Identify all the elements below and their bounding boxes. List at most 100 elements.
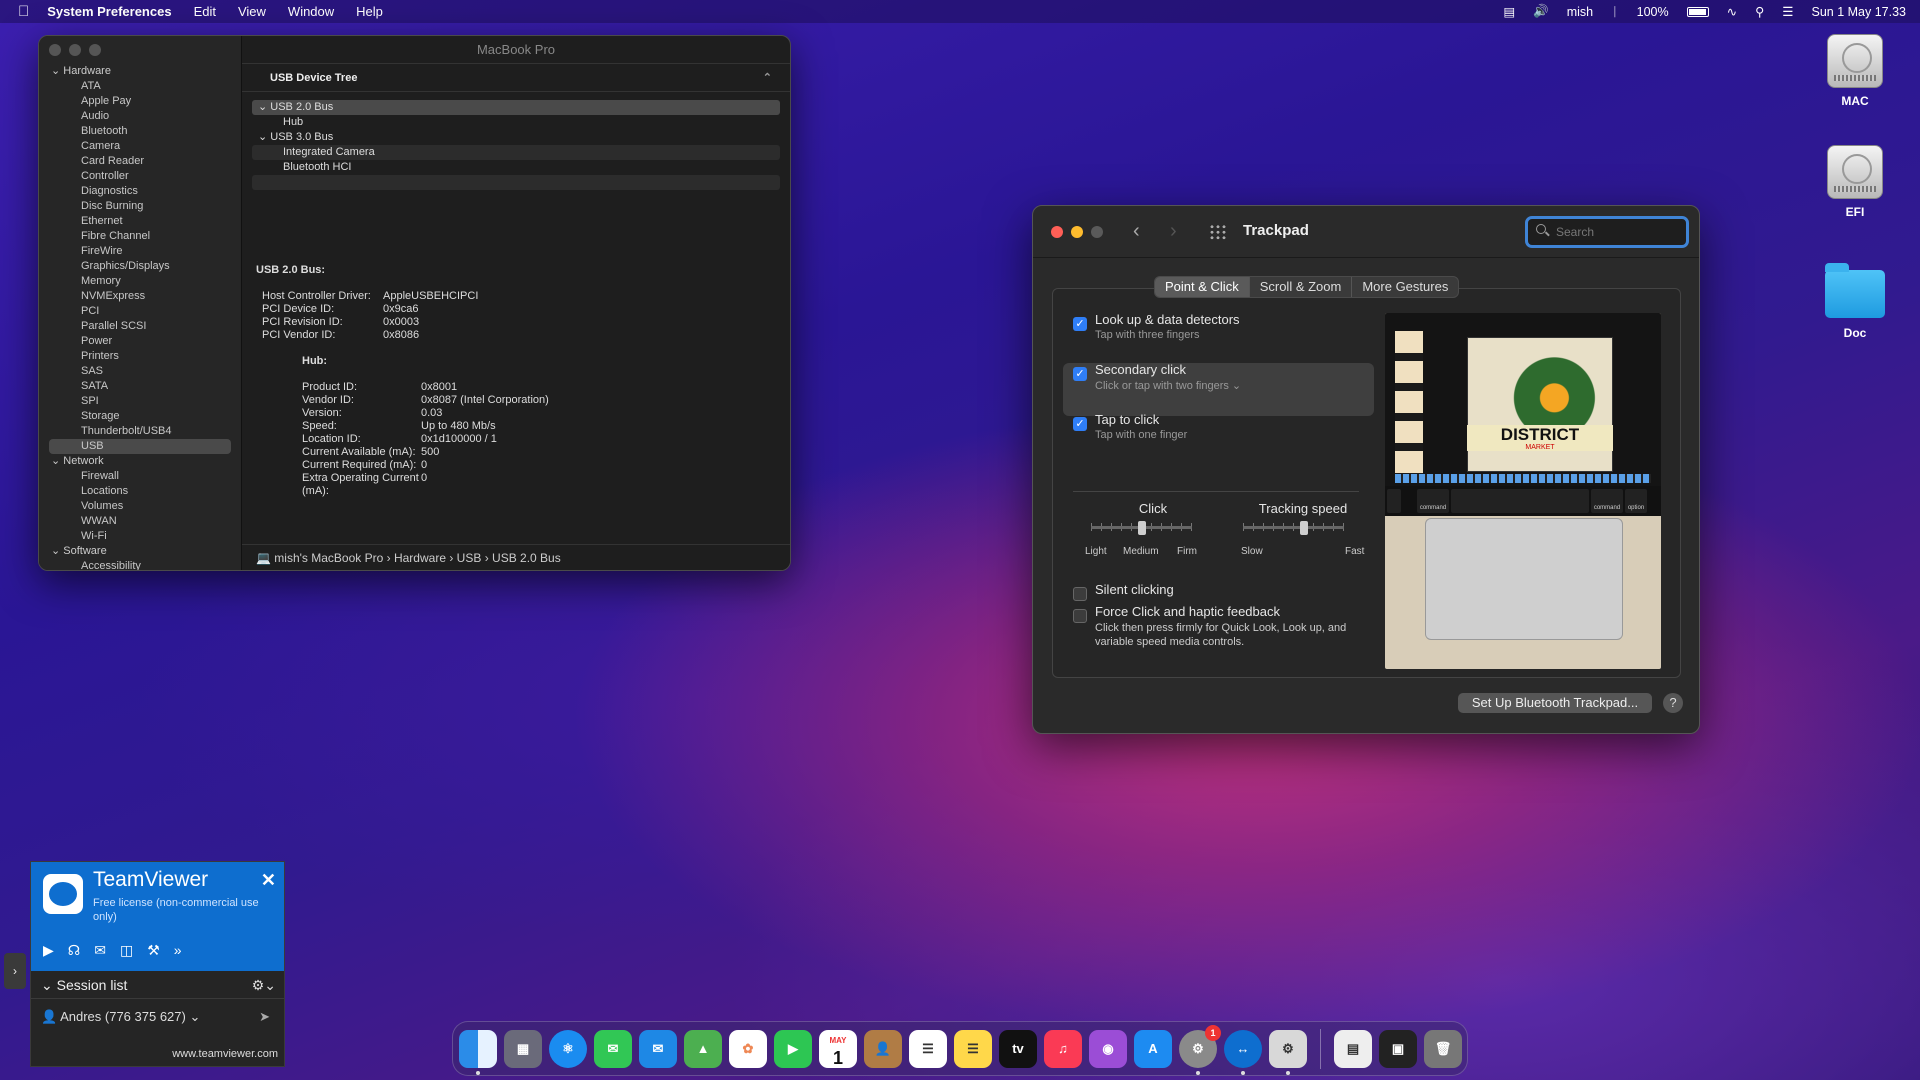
reminders-icon[interactable]: ☰ [909, 1029, 947, 1068]
maps-icon[interactable]: ▲ [684, 1029, 722, 1068]
sidebar-item[interactable]: PCI [39, 304, 241, 319]
sidebar-item[interactable]: ATA [39, 79, 241, 94]
photos-icon[interactable]: ✿ [729, 1029, 767, 1068]
messages-icon[interactable]: ✉ [594, 1029, 632, 1068]
minimize-button[interactable] [1071, 226, 1083, 238]
checkbox-checked[interactable]: ✓ [1073, 317, 1087, 331]
safari-icon[interactable]: ⚛ [549, 1029, 587, 1068]
video-icon[interactable]: ▶ [43, 942, 54, 959]
user-name[interactable]: mish [1567, 5, 1593, 19]
zoom-button[interactable] [1091, 226, 1103, 238]
menu-help[interactable]: Help [356, 4, 383, 19]
sidebar-item[interactable]: Bluetooth [39, 124, 241, 139]
forward-icon[interactable]: › [1170, 220, 1177, 243]
path-item[interactable]: mish's MacBook Pro [274, 551, 383, 565]
sidebar-item[interactable]: Power [39, 334, 241, 349]
screenshot-icon[interactable]: ▣ [1379, 1029, 1417, 1068]
sidebar-item[interactable]: Wi-Fi [39, 529, 241, 544]
sidebar-item[interactable]: Storage [39, 409, 241, 424]
calendar-icon[interactable]: MAY 1 [819, 1029, 857, 1068]
tree-row[interactable]: Bluetooth HCI [252, 160, 780, 175]
activity-monitor-icon[interactable]: ▤ [1503, 4, 1515, 19]
system-preferences-icon[interactable]: ⚙ 1 [1179, 1024, 1221, 1075]
sidebar-item[interactable]: Thunderbolt/USB4 [39, 424, 241, 439]
sidebar-item[interactable]: Accessibility [39, 559, 241, 570]
search-input[interactable]: Search [1525, 216, 1689, 248]
tab-point-click[interactable]: Point & Click [1155, 277, 1250, 297]
tree-row[interactable]: Hub [252, 115, 780, 130]
checkbox-unchecked[interactable] [1073, 587, 1087, 601]
checkbox-checked[interactable]: ✓ [1073, 417, 1087, 431]
close-icon[interactable]: ✕ [261, 870, 276, 891]
battery-icon[interactable] [1686, 6, 1709, 17]
sidebar-group-software[interactable]: ⌄ Software [39, 544, 241, 559]
sidebar-group-hardware[interactable]: ⌄ Hardware [39, 64, 241, 79]
sidebar-item[interactable]: Card Reader [39, 154, 241, 169]
sidebar-item[interactable]: Controller [39, 169, 241, 184]
sidebar-item[interactable]: Ethernet [39, 214, 241, 229]
path-item[interactable]: USB [457, 551, 482, 565]
sidebar-item[interactable]: Fibre Channel [39, 229, 241, 244]
mail-icon[interactable]: ✉ [639, 1029, 677, 1068]
sidebar-item[interactable]: Printers [39, 349, 241, 364]
sidebar-item[interactable]: Apple Pay [39, 94, 241, 109]
more-icon[interactable]: » [174, 942, 182, 959]
apple-menu-icon[interactable]:  [18, 3, 29, 20]
app-store-icon[interactable]: A [1134, 1029, 1172, 1068]
battery-percent[interactable]: 100% [1637, 5, 1669, 19]
sidebar-group-network[interactable]: ⌄ Network [39, 454, 241, 469]
sidebar-item[interactable]: Locations [39, 484, 241, 499]
apple-tv-icon[interactable]: tv [999, 1029, 1037, 1068]
session-list-header[interactable]: ⌄ Session list ⚙⌄ [31, 971, 284, 999]
checkbox-unchecked[interactable] [1073, 609, 1087, 623]
bluetooth-icon[interactable]: ᛁ [1611, 5, 1619, 19]
tree-header[interactable]: USB Device Tree ⌃ [242, 64, 790, 92]
teamviewer-icon[interactable]: ↔ [1224, 1029, 1262, 1075]
sidebar-item[interactable]: SAS [39, 364, 241, 379]
sidebar-item[interactable]: SPI [39, 394, 241, 409]
back-icon[interactable]: ‹ [1133, 220, 1140, 243]
sidebar-item[interactable]: Audio [39, 109, 241, 124]
path-item[interactable]: USB 2.0 Bus [492, 551, 561, 565]
setup-bluetooth-trackpad-button[interactable]: Set Up Bluetooth Trackpad... [1458, 693, 1652, 713]
volume-icon[interactable]: 🔊 [1533, 4, 1549, 19]
music-icon[interactable]: ♫ [1044, 1029, 1082, 1068]
option-sub-dropdown[interactable]: Click or tap with two fingers ⌄ [1095, 379, 1373, 392]
chat-icon[interactable]: ✉ [94, 942, 106, 959]
close-button[interactable] [49, 44, 61, 56]
sidebar-item[interactable]: NVMExpress [39, 289, 241, 304]
control-center-icon[interactable]: ☰ [1782, 4, 1793, 19]
sidebar-item[interactable]: Volumes [39, 499, 241, 514]
tracking-speed-knob[interactable] [1299, 521, 1308, 535]
headset-icon[interactable]: ☊ [68, 942, 80, 959]
option-tap-to-click[interactable]: ✓ Tap to click Tap with one finger [1073, 412, 1373, 441]
desktop-icon-doc[interactable]: Doc [1815, 262, 1895, 340]
option-secondary-click[interactable]: ✓ Secondary click Click or tap with two … [1073, 362, 1373, 392]
tools-icon[interactable]: ⚒ [147, 942, 160, 959]
show-all-grid-icon[interactable] [1209, 224, 1227, 240]
checkbox-checked[interactable]: ✓ [1073, 367, 1087, 381]
chevron-up-icon[interactable]: ⌃ [763, 64, 772, 92]
teamviewer-url[interactable]: www.teamviewer.com [172, 1048, 278, 1060]
sidebar-item[interactable]: Diagnostics [39, 184, 241, 199]
zoom-button[interactable] [89, 44, 101, 56]
podcasts-icon[interactable]: ◉ [1089, 1029, 1127, 1068]
tree-row[interactable]: ⌄ USB 3.0 Bus [252, 130, 780, 145]
menu-app-name[interactable]: System Preferences [47, 4, 171, 19]
sidebar-item[interactable]: USB [49, 439, 231, 454]
notes-icon[interactable]: ☰ [954, 1029, 992, 1068]
sidebar-item[interactable]: Graphics/Displays [39, 259, 241, 274]
menu-edit[interactable]: Edit [194, 4, 216, 19]
facetime-icon[interactable]: ▶ [774, 1029, 812, 1068]
sidebar-item[interactable]: FireWire [39, 244, 241, 259]
session-user-row[interactable]: 👤 Andres (776 375 627) ⌄ ➤ [31, 999, 284, 1035]
contacts-icon[interactable]: 👤 [864, 1029, 902, 1068]
sidebar-item[interactable]: Firewall [39, 469, 241, 484]
trash-icon[interactable]: 🗑 [1424, 1029, 1462, 1068]
document-icon[interactable]: ▤ [1334, 1029, 1372, 1068]
minimize-button[interactable] [69, 44, 81, 56]
gear-icon[interactable]: ⚙⌄ [252, 971, 276, 999]
option-lookup[interactable]: ✓ Look up & data detectors Tap with thre… [1073, 312, 1373, 341]
pointer-icon[interactable]: ➤ [259, 999, 270, 1035]
sidebar-item[interactable]: Parallel SCSI [39, 319, 241, 334]
